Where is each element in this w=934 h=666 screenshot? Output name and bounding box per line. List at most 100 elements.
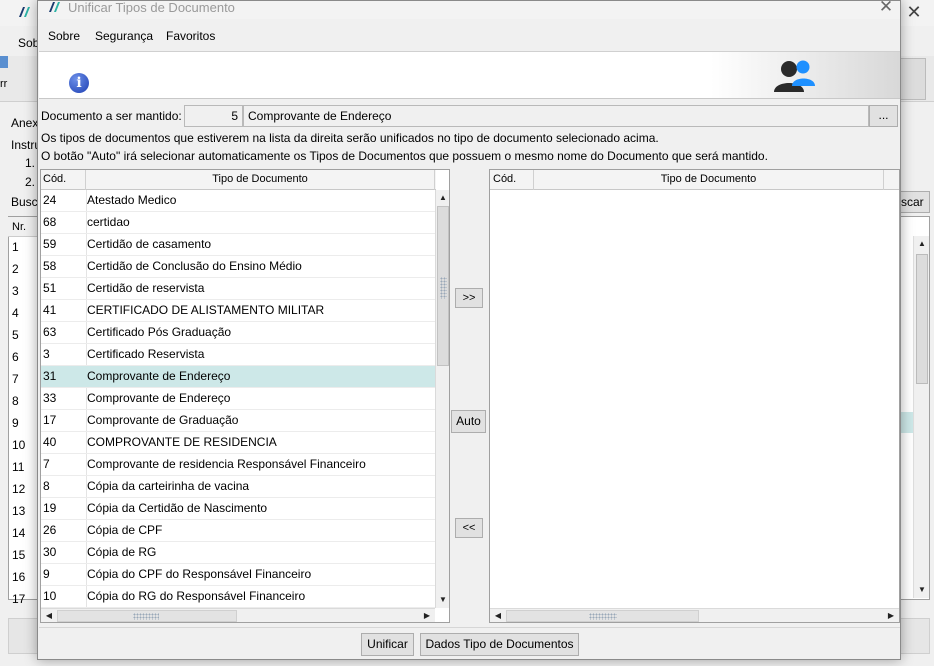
table-row[interactable]: 63 Certificado Pós Graduação (41, 322, 435, 344)
background-row-number: 4 (12, 306, 19, 320)
cell-tipo-documento: Cópia do CPF do Responsável Financeiro (87, 567, 312, 581)
cell-code: 8 (43, 479, 50, 493)
instruction-text-2: O botão "Auto" irá selecionar automatica… (41, 149, 768, 163)
browse-button[interactable]: ... (869, 105, 898, 127)
background-label-anex: Anex (11, 116, 37, 130)
background-vscroll[interactable]: ▲ ▼ (913, 236, 929, 598)
arrow-up-icon[interactable]: ▲ (435, 190, 449, 206)
arrow-down-icon[interactable]: ▼ (435, 592, 449, 608)
cell-code: 7 (43, 457, 50, 471)
table-row[interactable]: 41 CERTIFICADO DE ALISTAMENTO MILITAR (41, 300, 435, 322)
unificar-button[interactable]: Unificar (361, 633, 414, 656)
cell-code: 10 (43, 589, 57, 603)
background-row-number: 7 (12, 372, 19, 386)
background-menu-sobre[interactable]: Sobre (18, 36, 38, 50)
background-row-number: 13 (12, 504, 26, 518)
cell-tipo-documento: Certificado Pós Graduação (87, 325, 232, 339)
cell-tipo-documento: Comprovante de residencia Responsável Fi… (87, 457, 366, 471)
cell-code: 26 (43, 523, 57, 537)
left-col-code-header[interactable]: Cód. (41, 170, 86, 190)
cell-code: 19 (43, 501, 57, 515)
background-selected-row (900, 412, 914, 433)
table-row[interactable]: 31 Comprovante de Endereço (41, 366, 435, 388)
left-vscroll[interactable]: ▲ ▼ (435, 190, 449, 608)
dialog-footer: Unificar Dados Tipo de Documentos (39, 627, 900, 659)
background-vscroll-thumb[interactable] (916, 254, 928, 384)
arrow-left-icon[interactable]: ◀ (41, 608, 57, 622)
cell-code: 17 (43, 413, 57, 427)
cell-tipo-documento: CERTIFICADO DE ALISTAMENTO MILITAR (87, 303, 325, 317)
documento-name-field[interactable]: Comprovante de Endereço (243, 105, 869, 127)
grip-icon (440, 277, 447, 299)
close-icon[interactable]: ✕ (876, 0, 896, 17)
cell-tipo-documento: Certidão de reservista (87, 281, 205, 295)
app-logo-icon (49, 2, 60, 12)
menu-favoritos[interactable]: Favoritos (166, 29, 215, 43)
table-row[interactable]: 17 Comprovante de Graduação (41, 410, 435, 432)
background-row-number: 3 (12, 284, 19, 298)
background-row-number: 9 (12, 416, 19, 430)
cell-code: 51 (43, 281, 57, 295)
dialog-menubar: Sobre Segurança Favoritos (38, 25, 900, 49)
table-row[interactable]: 8 Cópia da carteirinha de vacina (41, 476, 435, 498)
background-grid-header: Nr. (8, 217, 38, 237)
dados-tipo-documentos-button[interactable]: Dados Tipo de Documentos (420, 633, 579, 656)
documento-code-field[interactable]: 5 (184, 105, 243, 127)
background-row-number: 14 (12, 526, 26, 540)
table-row[interactable]: 33 Comprovante de Endereço (41, 388, 435, 410)
menu-seguranca[interactable]: Segurança (95, 29, 153, 43)
table-row[interactable]: 58 Certidão de Conclusão do Ensino Médio (41, 256, 435, 278)
cell-tipo-documento: Cópia da carteirinha de vacina (87, 479, 250, 493)
cell-tipo-documento: Comprovante de Endereço (87, 391, 231, 405)
menu-sobre[interactable]: Sobre (48, 29, 80, 43)
info-icon: i (69, 73, 89, 93)
table-row[interactable]: 40 COMPROVANTE DE RESIDENCIA (41, 432, 435, 454)
left-col-tipo-header[interactable]: Tipo de Documento (86, 170, 435, 190)
auto-button[interactable]: Auto (451, 410, 486, 433)
right-hscroll[interactable]: ◀ ▶ (490, 608, 899, 622)
background-label-2: 2. (25, 175, 36, 189)
table-row[interactable]: 7 Comprovante de residencia Responsável F… (41, 454, 435, 476)
grip-icon (589, 613, 617, 620)
cell-tipo-documento: Atestado Medico (87, 193, 177, 207)
table-row[interactable]: 3 Certificado Reservista (41, 344, 435, 366)
table-row[interactable]: 19 Cópia da Certidão de Nascimento (41, 498, 435, 520)
cell-code: 68 (43, 215, 57, 229)
background-row-number: 2 (12, 262, 19, 276)
arrow-down-icon[interactable]: ▼ (914, 582, 930, 598)
table-row[interactable]: 24 Atestado Medico (41, 190, 435, 212)
arrow-up-icon[interactable]: ▲ (914, 236, 930, 252)
background-right-panel (900, 58, 926, 100)
right-grid-header: Cód. Tipo de Documento (490, 170, 899, 190)
table-row[interactable]: 9 Cópia do CPF do Responsável Financeiro (41, 564, 435, 586)
cell-code: 3 (43, 347, 50, 361)
cell-tipo-documento: Certidão de Conclusão do Ensino Médio (87, 259, 302, 273)
table-row[interactable]: 26 Cópia de CPF (41, 520, 435, 542)
arrow-right-icon[interactable]: ▶ (883, 608, 899, 622)
cell-code: 41 (43, 303, 57, 317)
background-row-number: 5 (12, 328, 19, 342)
right-hscroll-thumb[interactable] (506, 610, 699, 622)
table-row[interactable]: 30 Cópia de RG (41, 542, 435, 564)
left-hscroll-thumb[interactable] (57, 610, 237, 622)
arrow-right-icon[interactable]: ▶ (419, 608, 435, 622)
move-left-button[interactable]: << (455, 518, 483, 538)
arrow-left-icon[interactable]: ◀ (490, 608, 506, 622)
right-col-code-header[interactable]: Cód. (490, 170, 534, 190)
background-buscar-button[interactable]: scar (898, 191, 930, 213)
background-label-1: 1. (25, 156, 36, 170)
table-row[interactable]: 59 Certidão de casamento (41, 234, 435, 256)
background-row-number: 16 (12, 570, 26, 584)
left-hscroll[interactable]: ◀ ▶ (41, 608, 435, 622)
instruction-text-1: Os tipos de documentos que estiverem na … (41, 131, 659, 145)
right-col-tipo-header[interactable]: Tipo de Documento (534, 170, 884, 190)
table-row[interactable]: 51 Certidão de reservista (41, 278, 435, 300)
table-row[interactable]: 68 certidao (41, 212, 435, 234)
background-close-icon[interactable]: ✕ (904, 2, 924, 23)
cell-code: 59 (43, 237, 57, 251)
cell-code: 24 (43, 193, 57, 207)
left-vscroll-thumb[interactable] (437, 206, 449, 366)
table-row[interactable]: 10 Cópia do RG do Responsável Financeiro (41, 586, 435, 608)
cell-tipo-documento: Cópia do RG do Responsável Financeiro (87, 589, 306, 603)
move-right-button[interactable]: >> (455, 288, 483, 308)
